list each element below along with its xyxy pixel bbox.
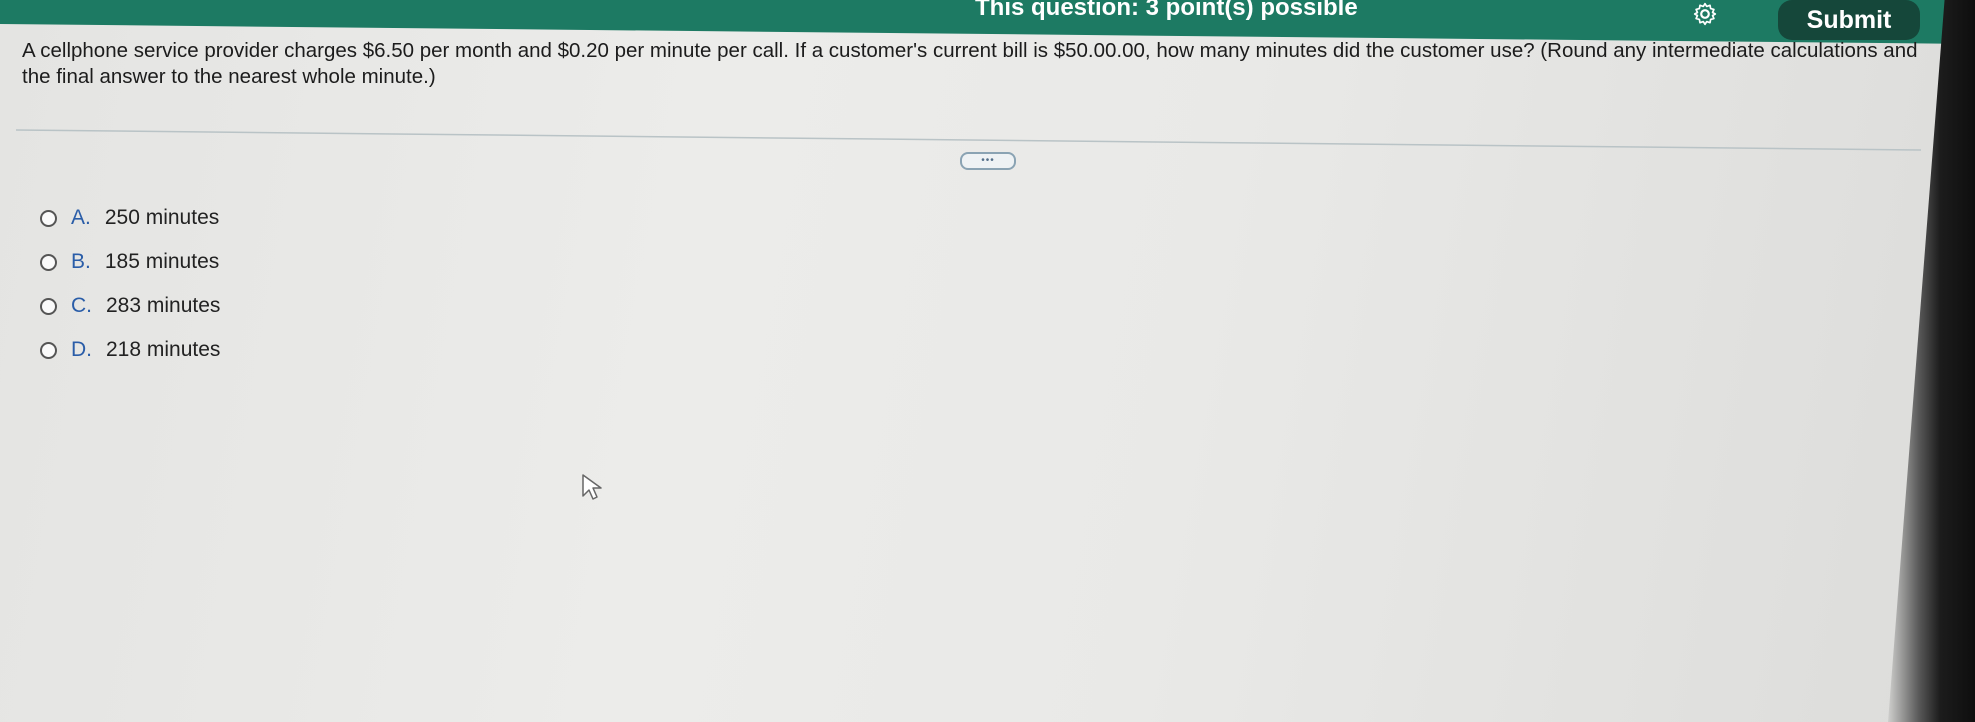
points-possible-label: This question: 3 point(s) possible (975, 0, 1358, 21)
radio-button-b[interactable] (40, 253, 57, 271)
option-letter: C. (71, 294, 92, 317)
option-text: 185 minutes (104, 250, 220, 273)
option-a[interactable]: A. 250 minutes (40, 196, 220, 240)
more-options-button[interactable]: ••• (960, 152, 1016, 170)
option-text: 250 minutes (104, 206, 220, 229)
option-letter: B. (71, 250, 91, 273)
option-b[interactable]: B. 185 minutes (40, 240, 220, 284)
option-c[interactable]: C. 283 minutes (40, 284, 220, 328)
radio-button-d[interactable] (40, 341, 57, 359)
option-d[interactable]: D. 218 minutes (40, 328, 220, 372)
option-text: 283 minutes (106, 294, 221, 317)
divider (16, 129, 1921, 151)
screen-bezel (1888, 0, 1975, 722)
option-text: 218 minutes (106, 338, 221, 361)
option-letter: A. (71, 206, 91, 229)
radio-button-a[interactable] (40, 209, 57, 227)
gear-icon[interactable] (1690, 0, 1720, 28)
pointer-cursor-icon (580, 472, 606, 507)
radio-button-c[interactable] (40, 297, 57, 315)
submit-button[interactable]: Submit (1778, 0, 1920, 40)
answer-options: A. 250 minutes B. 185 minutes C. 283 min… (40, 196, 220, 372)
question-text: A cellphone service provider charges $6.… (22, 39, 1918, 88)
option-letter: D. (71, 338, 92, 361)
